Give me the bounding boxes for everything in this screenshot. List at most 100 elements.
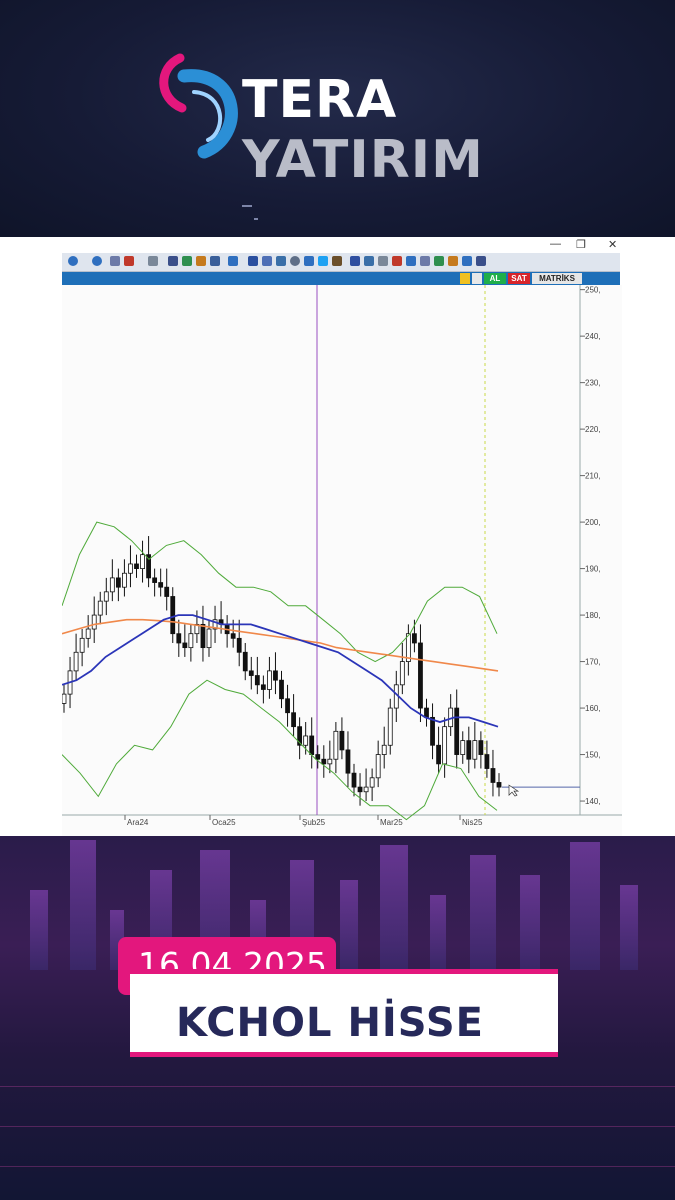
sell-button[interactable]: SAT	[508, 273, 530, 284]
candle	[315, 754, 321, 760]
close-button[interactable]: ✕	[608, 238, 617, 251]
candle	[436, 744, 441, 765]
candle	[73, 651, 79, 672]
candle	[128, 563, 133, 574]
decor-building	[30, 890, 48, 970]
candle	[182, 642, 188, 649]
refresh-icon[interactable]	[472, 273, 482, 284]
minimize-button[interactable]: —	[550, 238, 561, 250]
candle	[97, 600, 103, 616]
price-chart[interactable]: 250, 240, 230, 220, 210, 200, 190, 180, 170, 160,…	[62, 285, 622, 836]
tool-icon[interactable]	[392, 256, 402, 266]
chart-icon[interactable]	[148, 256, 158, 266]
brand-logo: TERA YATIRIM	[150, 40, 530, 190]
tool-icon[interactable]	[448, 256, 458, 266]
candle	[327, 758, 333, 765]
tool-icon[interactable]	[304, 256, 314, 266]
back-icon[interactable]	[68, 256, 78, 266]
tool-icon[interactable]	[462, 256, 472, 266]
decor-dash	[254, 218, 258, 220]
decor-building	[340, 880, 358, 970]
candle	[333, 730, 339, 760]
candle	[91, 614, 97, 630]
candle	[490, 768, 496, 783]
decor-building	[470, 855, 496, 970]
mail-icon[interactable]	[124, 256, 134, 266]
calendar-icon[interactable]	[228, 256, 238, 266]
candle	[230, 633, 236, 639]
tool-icon[interactable]	[406, 256, 416, 266]
decor-dash	[242, 205, 252, 207]
candle	[466, 740, 472, 760]
candle	[254, 675, 260, 686]
decor-building	[380, 845, 408, 970]
candle	[242, 651, 248, 672]
tool-icon[interactable]	[434, 256, 444, 266]
candle	[267, 670, 272, 690]
candle	[478, 740, 484, 755]
candle	[158, 582, 164, 588]
candle	[200, 623, 206, 649]
candle	[412, 633, 417, 644]
candle	[103, 591, 109, 602]
candle	[460, 740, 466, 755]
candle	[140, 554, 145, 569]
formula-icon[interactable]	[168, 256, 178, 266]
candle	[164, 586, 170, 597]
search-icon[interactable]	[290, 256, 300, 266]
candle	[260, 684, 266, 690]
swirl-logo-icon	[159, 53, 238, 159]
candle	[85, 628, 91, 639]
decor-building	[70, 840, 96, 970]
lock-icon[interactable]	[460, 273, 470, 284]
candle	[375, 754, 381, 779]
candle	[369, 777, 375, 788]
candle	[472, 740, 478, 760]
title-banner: KCHOL HİSSE	[130, 969, 558, 1057]
tool-icon[interactable]	[332, 256, 342, 266]
y-tick-label: 140,	[585, 797, 601, 806]
tool-icon[interactable]	[350, 256, 360, 266]
tool-icon[interactable]	[110, 256, 120, 266]
candle	[109, 577, 115, 593]
x-tick-label: Oca25	[212, 818, 236, 827]
forward-icon[interactable]	[92, 256, 102, 266]
candle	[303, 735, 309, 746]
tool-icon[interactable]	[262, 256, 272, 266]
buy-button[interactable]: AL	[484, 273, 506, 284]
tool-icon[interactable]	[378, 256, 388, 266]
tool-icon[interactable]	[182, 256, 192, 266]
y-tick-label: 180,	[585, 611, 601, 620]
decor-line	[0, 1086, 675, 1087]
candle	[339, 730, 345, 751]
tool-icon[interactable]	[364, 256, 374, 266]
tool-icon[interactable]	[248, 256, 258, 266]
candle	[442, 726, 448, 765]
candle	[496, 782, 502, 788]
candle	[248, 670, 254, 676]
candle	[484, 754, 490, 769]
tool-icon[interactable]	[196, 256, 206, 266]
tool-icon[interactable]	[276, 256, 286, 266]
decor-building	[570, 842, 600, 970]
y-tick-label: 190,	[585, 565, 601, 574]
candle	[357, 786, 363, 793]
candle	[236, 637, 242, 653]
decor-line	[0, 1166, 675, 1167]
maximize-button[interactable]: ❐	[576, 238, 586, 251]
candle	[285, 698, 290, 714]
tool-icon[interactable]	[420, 256, 430, 266]
candle	[79, 637, 85, 653]
candle	[418, 642, 423, 709]
y-tick-label: 220,	[585, 425, 601, 434]
post-title: KCHOL HİSSE	[176, 1000, 484, 1046]
candle	[381, 744, 387, 755]
decor-building	[430, 895, 446, 970]
twitter-icon[interactable]	[318, 256, 328, 266]
candle	[321, 758, 327, 765]
tool-icon[interactable]	[210, 256, 220, 266]
candle	[134, 563, 139, 569]
candle	[454, 707, 460, 755]
candle	[176, 633, 182, 644]
tool-icon[interactable]	[476, 256, 486, 266]
